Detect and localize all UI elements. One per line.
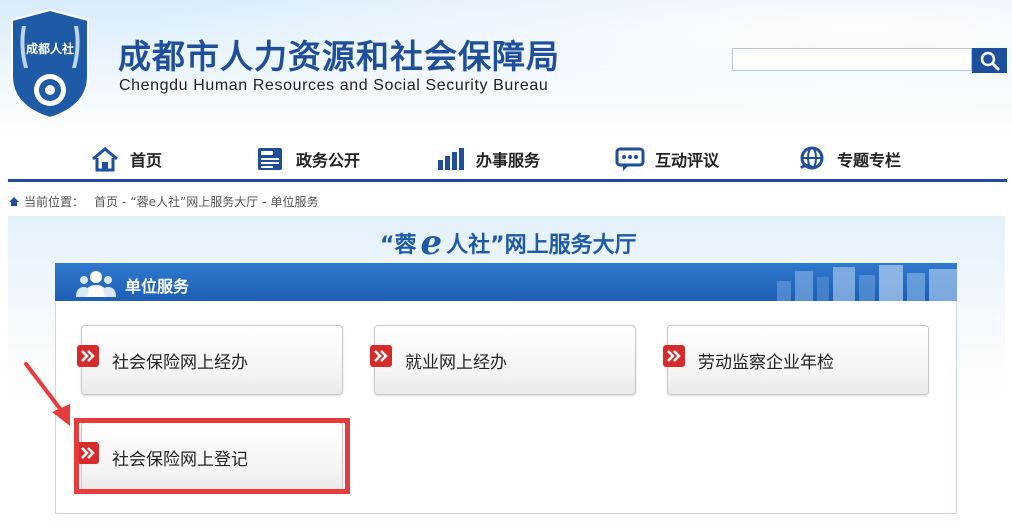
section-header-bar: 单位服务 (55, 263, 957, 301)
nav-item-topics[interactable]: 专题专栏 (797, 143, 901, 175)
hall-title-left: “蓉 (380, 233, 417, 258)
bureau-logo[interactable] (6, 6, 94, 122)
hall-title-e: e (420, 223, 443, 263)
site-title: 成都市人力资源和社会保障局 (118, 37, 560, 76)
red-chevron-icon (663, 345, 685, 367)
breadcrumb-prefix: 当前位置： (24, 195, 85, 209)
nav-label-topics: 专题专栏 (837, 151, 902, 170)
users-icon (76, 271, 116, 297)
section-title: 单位服务 (125, 277, 190, 296)
breadcrumb-home[interactable]: 首页 (94, 193, 118, 210)
nav-item-home[interactable]: 首页 (90, 143, 162, 175)
logo-text: 成都人社 (26, 42, 75, 56)
news-icon (258, 148, 282, 170)
breadcrumb-current: 单位服务 (270, 195, 319, 209)
search-input[interactable] (732, 48, 972, 71)
nav-item-services[interactable]: 办事服务 (436, 143, 540, 175)
nav-item-gov-affairs[interactable]: 政务公开 (256, 143, 360, 175)
red-chevron-icon (370, 345, 392, 367)
search-button[interactable] (972, 48, 1007, 73)
service-label: 社会保险网上经办 (112, 353, 248, 373)
site-subtitle: Chengdu Human Resources and Social Secur… (119, 77, 549, 94)
service-label: 就业网上经办 (405, 353, 507, 373)
service-labor-inspection-annual[interactable]: 劳动监察企业年检 (663, 325, 929, 395)
nav-label-services: 办事服务 (476, 151, 541, 170)
red-chevron-icon (77, 345, 99, 367)
chat-icon (615, 147, 645, 171)
annotation-arrow-icon (24, 362, 70, 426)
nav-label-gov-affairs: 政务公开 (296, 151, 361, 170)
hall-title-right: 人社”网上服务大厅 (446, 233, 637, 258)
nav-divider (8, 179, 1007, 182)
breadcrumb-separator: - (262, 194, 267, 209)
nav-label-home: 首页 (130, 151, 163, 170)
breadcrumb: 当前位置： 首页 - “蓉e人社”网上服务大厅 - 单位服务 (8, 193, 323, 210)
service-social-insurance-online[interactable]: 社会保险网上经办 (77, 325, 343, 395)
service-label: 劳动监察企业年检 (698, 353, 834, 373)
annotation-highlight-box (74, 418, 350, 494)
city-skyline-decoration (777, 265, 957, 301)
home-small-icon (9, 197, 19, 206)
nav-item-interaction[interactable]: 互动评议 (615, 143, 719, 175)
nav-label-interaction: 互动评议 (655, 151, 720, 170)
breadcrumb-hall[interactable]: “蓉e人社”网上服务大厅 (130, 193, 258, 210)
breadcrumb-separator: - (122, 194, 127, 209)
hall-title: “蓉 e 人社”网上服务大厅 (380, 226, 637, 260)
home-icon (92, 147, 118, 172)
search-icon (980, 51, 999, 70)
service-employment-online[interactable]: 就业网上经办 (370, 325, 636, 395)
bar-chart-icon (438, 148, 464, 170)
globe-icon (799, 146, 824, 170)
